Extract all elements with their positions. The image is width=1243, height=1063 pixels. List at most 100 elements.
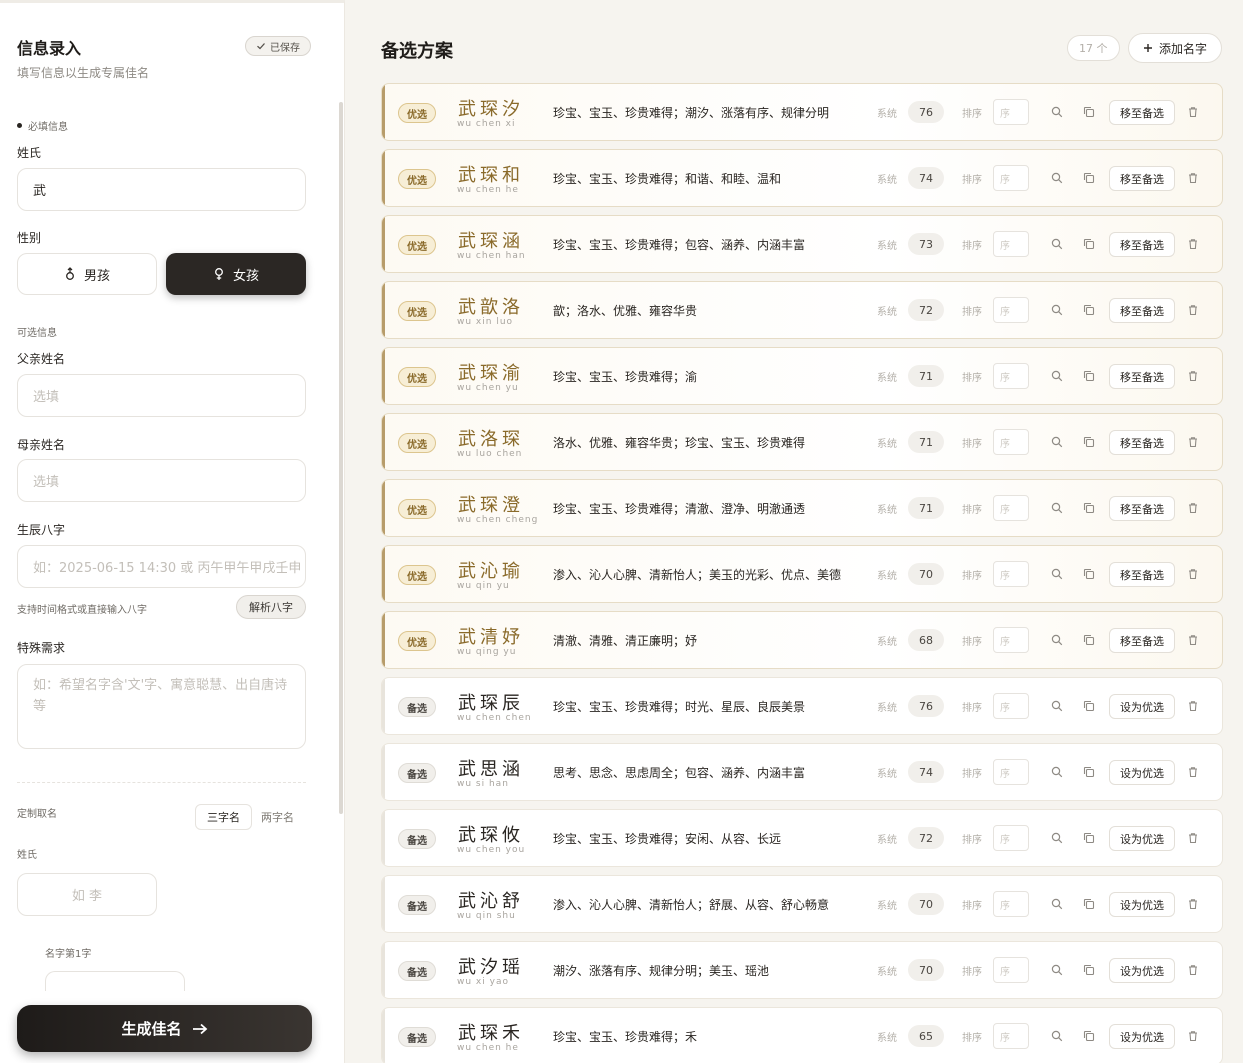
father-name-input[interactable]: 选填 — [17, 374, 306, 417]
search-icon[interactable] — [1048, 499, 1066, 517]
order-input[interactable]: 序 — [993, 429, 1029, 455]
copy-icon[interactable] — [1080, 631, 1098, 649]
trash-icon[interactable] — [1184, 433, 1202, 451]
gender-male-button[interactable]: 男孩 — [17, 253, 157, 295]
trash-icon[interactable] — [1184, 499, 1202, 517]
search-icon[interactable] — [1048, 301, 1066, 319]
copy-icon[interactable] — [1080, 103, 1098, 121]
order-input[interactable]: 序 — [993, 957, 1029, 983]
toggle-status-button[interactable]: 设为优选 — [1109, 694, 1175, 719]
order-input[interactable]: 序 — [993, 693, 1029, 719]
arrow-right-icon — [192, 1023, 207, 1034]
search-icon[interactable] — [1048, 1027, 1066, 1045]
order-input[interactable]: 序 — [993, 627, 1029, 653]
search-icon[interactable] — [1048, 961, 1066, 979]
search-icon[interactable] — [1048, 631, 1066, 649]
toggle-status-button[interactable]: 移至备选 — [1109, 496, 1175, 521]
first-char-input[interactable] — [45, 971, 185, 991]
toggle-status-button[interactable]: 移至备选 — [1109, 628, 1175, 653]
trash-icon[interactable] — [1184, 631, 1202, 649]
search-icon[interactable] — [1048, 763, 1066, 781]
copy-icon[interactable] — [1080, 697, 1098, 715]
trash-icon[interactable] — [1184, 565, 1202, 583]
toggle-status-button[interactable]: 设为优选 — [1109, 826, 1175, 851]
toggle-status-button[interactable]: 移至备选 — [1109, 430, 1175, 455]
copy-icon[interactable] — [1080, 499, 1098, 517]
order-input[interactable]: 序 — [993, 363, 1029, 389]
toggle-status-button[interactable]: 移至备选 — [1109, 562, 1175, 587]
order-input[interactable]: 序 — [993, 495, 1029, 521]
bazi-input[interactable]: 如：2025-06-15 14:30 或 丙午甲午甲戌壬申 — [17, 545, 306, 588]
copy-icon[interactable] — [1080, 433, 1098, 451]
order-input[interactable]: 序 — [993, 165, 1029, 191]
order-input[interactable]: 序 — [993, 99, 1029, 125]
order-input[interactable]: 序 — [993, 297, 1029, 323]
custom-surname-input[interactable]: 如 李 — [17, 873, 157, 916]
search-icon[interactable] — [1048, 235, 1066, 253]
trash-icon[interactable] — [1184, 829, 1202, 847]
toggle-status-button[interactable]: 移至备选 — [1109, 364, 1175, 389]
row-accent-bar — [382, 810, 385, 866]
search-icon[interactable] — [1048, 433, 1066, 451]
toggle-status-button[interactable]: 设为优选 — [1109, 760, 1175, 785]
add-name-button[interactable]: 添加名字 — [1128, 33, 1222, 63]
trash-icon[interactable] — [1184, 301, 1202, 319]
status-tag: 备选 — [398, 895, 436, 915]
status-tag: 备选 — [398, 763, 436, 783]
surname-input[interactable]: 武 — [17, 168, 306, 211]
order-input[interactable]: 序 — [993, 891, 1029, 917]
trash-icon[interactable] — [1184, 763, 1202, 781]
three-char-tab[interactable]: 三字名 — [195, 804, 252, 830]
copy-icon[interactable] — [1080, 829, 1098, 847]
order-input[interactable]: 序 — [993, 1023, 1029, 1049]
order-input[interactable]: 序 — [993, 759, 1029, 785]
sidebar-scrollbar[interactable] — [339, 102, 343, 814]
copy-icon[interactable] — [1080, 565, 1098, 583]
first-char-label: 名字第1字 — [45, 949, 92, 960]
search-icon[interactable] — [1048, 103, 1066, 121]
trash-icon[interactable] — [1184, 895, 1202, 913]
toggle-status-button[interactable]: 设为优选 — [1109, 958, 1175, 983]
search-icon[interactable] — [1048, 697, 1066, 715]
search-icon[interactable] — [1048, 169, 1066, 187]
copy-icon[interactable] — [1080, 367, 1098, 385]
candidate-meaning: 渗入、沁人心脾、清新怡人；美玉的光彩、优点、美德 — [553, 568, 842, 582]
generate-button[interactable]: 生成佳名 — [17, 1005, 312, 1052]
copy-icon[interactable] — [1080, 961, 1098, 979]
toggle-status-button[interactable]: 移至备选 — [1109, 298, 1175, 323]
trash-icon[interactable] — [1184, 103, 1202, 121]
trash-icon[interactable] — [1184, 961, 1202, 979]
toggle-status-button[interactable]: 移至备选 — [1109, 166, 1175, 191]
required-section-text: 必填信息 — [28, 122, 68, 133]
parse-bazi-button[interactable]: 解析八字 — [236, 595, 306, 619]
two-char-tab[interactable]: 两字名 — [250, 804, 305, 830]
toggle-status-button[interactable]: 移至备选 — [1109, 100, 1175, 125]
search-icon[interactable] — [1048, 895, 1066, 913]
search-icon[interactable] — [1048, 367, 1066, 385]
name-row: 优选 武歆洛 wu xin luo 歆；洛水、优雅、雍容华贵 系统 72 排序序 移至备选 — [381, 281, 1223, 339]
trash-icon[interactable] — [1184, 169, 1202, 187]
order-input[interactable]: 序 — [993, 561, 1029, 587]
toggle-status-button[interactable]: 设为优选 — [1109, 1024, 1175, 1049]
candidate-name: 武洛琛 — [458, 429, 524, 450]
toggle-status-button[interactable]: 设为优选 — [1109, 892, 1175, 917]
candidate-pinyin: wu chen you — [457, 845, 526, 855]
search-icon[interactable] — [1048, 565, 1066, 583]
copy-icon[interactable] — [1080, 763, 1098, 781]
copy-icon[interactable] — [1080, 301, 1098, 319]
trash-icon[interactable] — [1184, 367, 1202, 385]
special-request-textarea[interactable]: 如：希望名字含'文'字、寓意聪慧、出自唐诗等 — [17, 664, 306, 749]
copy-icon[interactable] — [1080, 235, 1098, 253]
trash-icon[interactable] — [1184, 235, 1202, 253]
trash-icon[interactable] — [1184, 697, 1202, 715]
order-input[interactable]: 序 — [993, 231, 1029, 257]
trash-icon[interactable] — [1184, 1027, 1202, 1045]
copy-icon[interactable] — [1080, 1027, 1098, 1045]
copy-icon[interactable] — [1080, 895, 1098, 913]
search-icon[interactable] — [1048, 829, 1066, 847]
gender-female-button[interactable]: 女孩 — [166, 253, 306, 295]
toggle-status-button[interactable]: 移至备选 — [1109, 232, 1175, 257]
mother-name-input[interactable]: 选填 — [17, 459, 306, 502]
copy-icon[interactable] — [1080, 169, 1098, 187]
order-input[interactable]: 序 — [993, 825, 1029, 851]
